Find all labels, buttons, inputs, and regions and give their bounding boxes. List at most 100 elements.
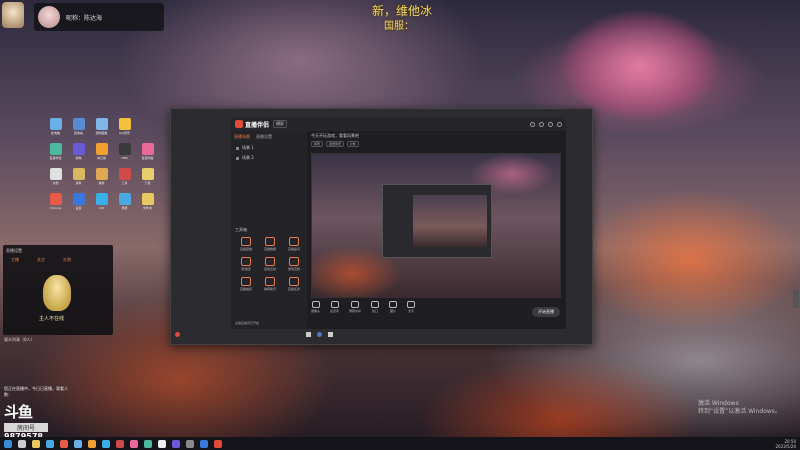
desktop-icon[interactable]: 文档 bbox=[44, 168, 67, 191]
taskbar-app-icon[interactable] bbox=[144, 439, 152, 448]
desktop-icon[interactable]: 此电脑 bbox=[44, 118, 67, 141]
source-control-icon bbox=[351, 301, 360, 308]
side-tab-1[interactable]: 主播 bbox=[11, 257, 19, 263]
taskbar-app-icon[interactable] bbox=[172, 439, 180, 448]
desktop-icon[interactable]: QQ bbox=[90, 193, 113, 216]
desktop-icon-label: 设置 bbox=[75, 206, 82, 210]
taskbar-app-icon[interactable] bbox=[46, 439, 54, 448]
start-stream-button[interactable]: 开始直播 bbox=[532, 307, 560, 317]
tool-item[interactable]: 直播数据 bbox=[259, 237, 281, 251]
taskbar-app-icon[interactable] bbox=[18, 439, 26, 448]
desktop-icon-label: 向日葵 bbox=[96, 156, 106, 160]
tool-icon bbox=[289, 237, 299, 246]
side-tab-2[interactable]: 关注 bbox=[37, 257, 45, 263]
overlay-line-2: 国服： bbox=[384, 21, 414, 32]
tool-icon bbox=[289, 277, 299, 286]
activation-watermark: 激活 Windows 转到“设置”以激活 Windows。 bbox=[698, 400, 781, 416]
desktop-icon[interactable]: 向日葵 bbox=[90, 143, 113, 166]
app-icon bbox=[49, 143, 62, 155]
scene-item-1[interactable]: 场景 1 bbox=[231, 143, 307, 153]
tag-2[interactable]: 自然风光 bbox=[326, 141, 345, 147]
desktop-icon-label: 回收站 bbox=[73, 131, 83, 135]
scene-item-2[interactable]: 场景 2 bbox=[231, 153, 307, 163]
desktop-icon[interactable]: 文件夹 bbox=[136, 193, 159, 216]
watermark-line-2: 转到“设置”以激活 Windows。 bbox=[698, 408, 781, 415]
taskbar-app-icon[interactable] bbox=[32, 439, 40, 448]
tool-item[interactable]: 游戏竞猜 bbox=[283, 257, 305, 271]
app-icon bbox=[118, 118, 131, 130]
taskbar-app-icon[interactable] bbox=[186, 439, 194, 448]
desktop-icon[interactable]: 下载 bbox=[136, 168, 159, 191]
desktop-icon[interactable]: OBS bbox=[113, 143, 136, 166]
taskbar-app-icon[interactable] bbox=[60, 439, 68, 448]
tools-title: 工具箱 bbox=[235, 227, 247, 232]
prev-icon[interactable] bbox=[306, 331, 311, 337]
tool-item[interactable]: 直播任务 bbox=[283, 277, 305, 291]
tool-item[interactable]: 弹幕助手 bbox=[259, 277, 281, 291]
source-control-icon bbox=[311, 301, 320, 308]
tool-item[interactable]: 连线互动 bbox=[259, 257, 281, 271]
taskbar-app-icon[interactable] bbox=[200, 439, 208, 448]
taskbar-app-icon[interactable] bbox=[88, 439, 96, 448]
desktop-icon[interactable]: Chrome bbox=[44, 193, 67, 216]
tag-1[interactable]: 风景 bbox=[311, 141, 324, 147]
source-control[interactable]: 窗口 bbox=[371, 301, 380, 313]
taskbar-app-icon[interactable] bbox=[102, 439, 110, 448]
desktop-icon[interactable]: 工具 bbox=[113, 168, 136, 191]
tab-scenes[interactable]: 直播场景 bbox=[234, 134, 250, 140]
desktop-icon[interactable]: 直播伴侣 bbox=[44, 143, 67, 166]
side-panel-tabs: 主播 关注 礼物 bbox=[3, 257, 113, 263]
source-control[interactable]: 麦克风 bbox=[330, 301, 339, 313]
tool-item[interactable]: 直播抽奖 bbox=[235, 277, 257, 291]
next-icon[interactable] bbox=[328, 331, 333, 337]
taskbar-app-icon[interactable] bbox=[116, 439, 124, 448]
taskbar-app-icon[interactable] bbox=[4, 439, 12, 448]
desktop-icon[interactable]: 资料 bbox=[67, 168, 90, 191]
source-control[interactable]: 摄像头 bbox=[311, 301, 320, 313]
stream-app-window[interactable]: 直播伴侣 横屏 直播场景 直播设置 场景 1 场景 2 工具箱 直播回放 直播数据… bbox=[170, 108, 593, 345]
source-control-label: 文字 bbox=[408, 309, 415, 313]
desktop-icon[interactable]: 设置 bbox=[67, 193, 90, 216]
avatar bbox=[38, 6, 60, 28]
desktop-icon-label: 直播伴侣 bbox=[49, 156, 62, 160]
record-icon[interactable] bbox=[175, 331, 180, 337]
tool-item[interactable]: 粉丝团 bbox=[235, 257, 257, 271]
settings-icon[interactable] bbox=[530, 121, 535, 127]
source-control-label: 麦克风 bbox=[330, 309, 340, 313]
desktop-icon[interactable]: QQ音乐 bbox=[113, 118, 136, 141]
taskbar-app-icon[interactable] bbox=[214, 439, 222, 448]
stream-title[interactable]: 今天不玩游戏，看看风景吧 bbox=[311, 133, 359, 139]
source-control[interactable]: 图片 bbox=[389, 301, 398, 313]
user-name: 昵称：陈达海 bbox=[66, 14, 103, 22]
desktop-icon[interactable]: 录屏 bbox=[113, 193, 136, 216]
close-icon[interactable] bbox=[557, 121, 562, 127]
play-icon[interactable] bbox=[317, 331, 322, 337]
desktop-icon[interactable] bbox=[136, 118, 159, 141]
edge-handle[interactable] bbox=[793, 290, 799, 308]
desktop-icon[interactable]: 剪映 bbox=[67, 143, 90, 166]
side-panel-header: 直播设置 bbox=[6, 248, 22, 253]
side-tab-3[interactable]: 礼物 bbox=[63, 257, 71, 263]
tag-3[interactable]: 户外 bbox=[347, 141, 360, 147]
taskbar-app-icon[interactable] bbox=[130, 439, 138, 448]
maximize-icon[interactable] bbox=[548, 121, 553, 127]
tab-settings[interactable]: 直播设置 bbox=[256, 134, 272, 140]
tool-item[interactable]: 直播回放 bbox=[235, 237, 257, 251]
desktop-icon[interactable]: 回收站 bbox=[67, 118, 90, 141]
taskbar-app-icon[interactable] bbox=[74, 439, 82, 448]
taskbar-clock[interactable]: 20:50 2023/5/20 bbox=[775, 439, 796, 449]
desktop-icon[interactable]: 控制面板 bbox=[90, 118, 113, 141]
mode-pill[interactable]: 横屏 bbox=[273, 120, 288, 128]
desktop-icon-label: 资料 bbox=[75, 181, 82, 185]
tool-icon bbox=[265, 237, 275, 246]
user-chip[interactable]: 昵称：陈达海 bbox=[34, 3, 164, 31]
source-control[interactable]: 文字 bbox=[407, 301, 416, 313]
minimize-icon[interactable] bbox=[539, 121, 544, 127]
taskbar-app-icon[interactable] bbox=[158, 439, 166, 448]
desktop-icon[interactable]: 百度网盘 bbox=[136, 143, 159, 166]
stream-preview[interactable] bbox=[311, 153, 561, 298]
source-control[interactable]: 屏幕共享 bbox=[349, 301, 361, 313]
desktop-icon-label: 工具 bbox=[121, 181, 128, 185]
desktop-icon[interactable]: 素材 bbox=[90, 168, 113, 191]
tool-item[interactable]: 直播提词 bbox=[283, 237, 305, 251]
